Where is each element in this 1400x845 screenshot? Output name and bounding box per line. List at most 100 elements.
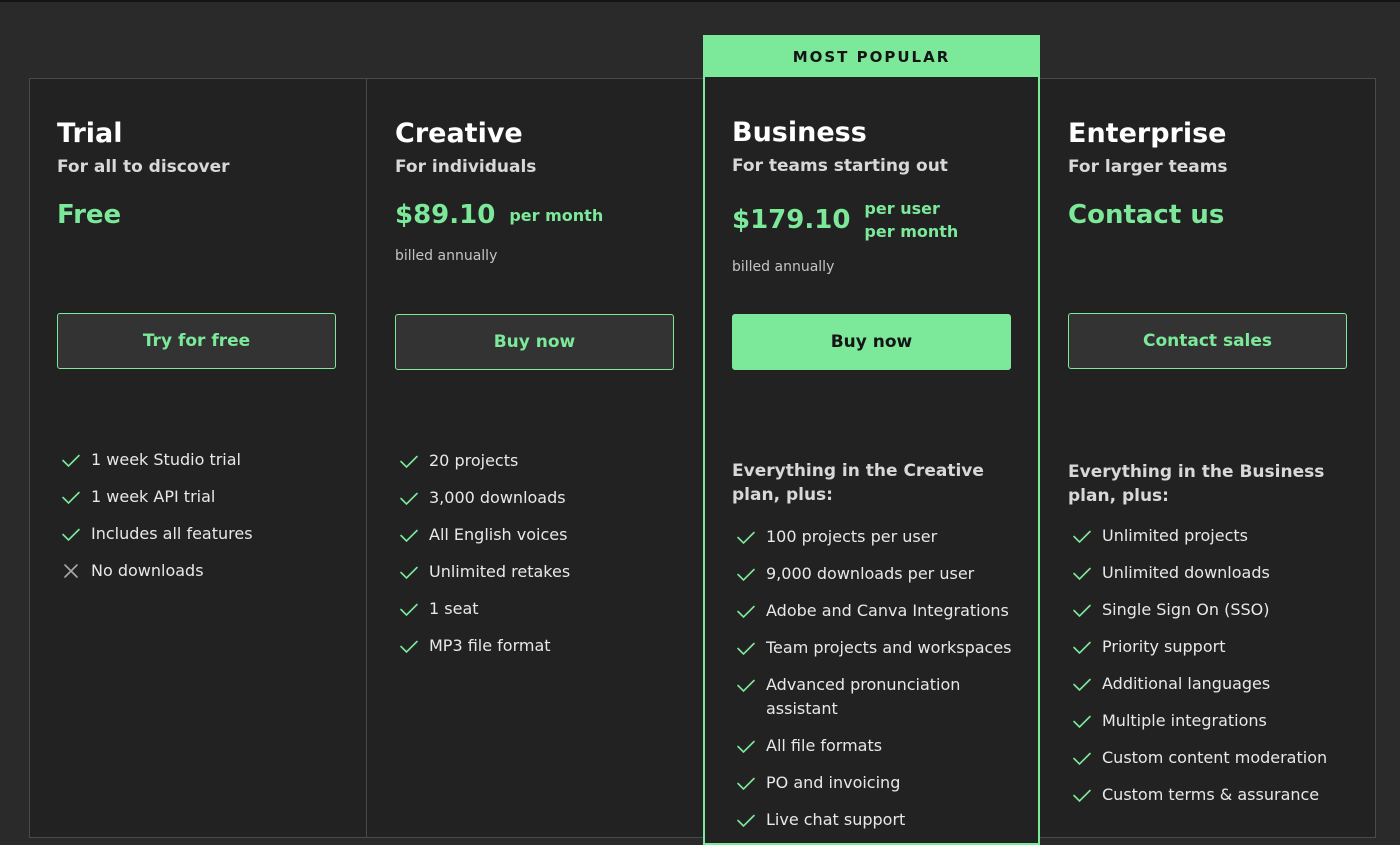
plan-name: Business bbox=[732, 117, 867, 148]
check-icon bbox=[1070, 561, 1094, 585]
feature-item: Multiple integrations bbox=[1068, 709, 1358, 733]
check-icon bbox=[1070, 783, 1094, 807]
check-icon bbox=[1070, 524, 1094, 548]
feature-item: Additional languages bbox=[1068, 672, 1358, 696]
check-icon bbox=[1070, 635, 1094, 659]
feature-item: Live chat support bbox=[732, 808, 1022, 832]
plan-card-business: MOST POPULAR Business For teams starting… bbox=[703, 35, 1040, 845]
feature-text: 100 projects per user bbox=[766, 527, 938, 546]
feature-text: 3,000 downloads bbox=[429, 488, 566, 507]
feature-item: Includes all features bbox=[57, 522, 347, 546]
check-icon bbox=[59, 522, 83, 546]
feature-item: No downloads bbox=[57, 559, 347, 583]
feature-text: Team projects and workspaces bbox=[766, 638, 1012, 657]
check-icon bbox=[397, 634, 421, 658]
feature-item: 100 projects per user bbox=[732, 525, 1022, 549]
check-icon bbox=[397, 449, 421, 473]
price-row: Contact us bbox=[1068, 200, 1224, 230]
feature-item: Adobe and Canva Integrations bbox=[732, 599, 1022, 623]
feature-text: Additional languages bbox=[1102, 674, 1271, 693]
feature-item: 20 projects bbox=[395, 449, 685, 473]
plan-subtitle: For teams starting out bbox=[732, 156, 948, 176]
check-icon bbox=[734, 599, 758, 623]
feature-item: All English voices bbox=[395, 523, 685, 547]
feature-text: Unlimited retakes bbox=[429, 562, 571, 581]
x-icon bbox=[59, 559, 83, 583]
feature-item: PO and invoicing bbox=[732, 771, 1022, 795]
feature-text: Adobe and Canva Integrations bbox=[766, 601, 1009, 620]
feature-item: 3,000 downloads bbox=[395, 486, 685, 510]
feature-item: Single Sign On (SSO) bbox=[1068, 598, 1358, 622]
plan-name: Enterprise bbox=[1068, 118, 1227, 149]
feature-item: Custom content moderation bbox=[1068, 746, 1358, 770]
plan-card-enterprise: Enterprise For larger teams Contact us C… bbox=[1040, 78, 1377, 838]
check-icon bbox=[1070, 598, 1094, 622]
plan-price: Free bbox=[57, 200, 122, 230]
feature-item: Advanced pronunciation assistant bbox=[732, 673, 1022, 721]
check-icon bbox=[397, 560, 421, 584]
feature-item: All file formats bbox=[732, 734, 1022, 758]
feature-text: 1 seat bbox=[429, 599, 479, 618]
feature-text: Includes all features bbox=[91, 524, 253, 543]
plan-card-trial: Trial For all to discover Free Try for f… bbox=[29, 78, 366, 838]
check-icon bbox=[734, 808, 758, 832]
check-icon bbox=[734, 771, 758, 795]
plan-card-creative: Creative For individuals $89.10 per mont… bbox=[366, 78, 703, 838]
check-icon bbox=[734, 525, 758, 549]
check-icon bbox=[1070, 746, 1094, 770]
feature-text: Custom content moderation bbox=[1102, 748, 1328, 767]
check-icon bbox=[734, 636, 758, 660]
price-unit: per month bbox=[509, 205, 604, 225]
contact-sales-button[interactable]: Contact sales bbox=[1068, 313, 1347, 369]
feature-item: 9,000 downloads per user bbox=[732, 562, 1022, 586]
plan-subtitle: For individuals bbox=[395, 157, 537, 177]
feature-text: All English voices bbox=[429, 525, 568, 544]
feature-item: Priority support bbox=[1068, 635, 1358, 659]
feature-text: Live chat support bbox=[766, 810, 906, 829]
plan-price: Contact us bbox=[1068, 200, 1225, 230]
feature-text: MP3 file format bbox=[429, 636, 551, 655]
price-unit: per user per month bbox=[864, 199, 959, 241]
feature-text: All file formats bbox=[766, 736, 883, 755]
feature-list: 1 week Studio trial 1 week API trial Inclu… bbox=[57, 448, 347, 596]
billing-note: billed annually bbox=[395, 248, 498, 264]
feature-item: Unlimited retakes bbox=[395, 560, 685, 584]
check-icon bbox=[1070, 672, 1094, 696]
try-for-free-button[interactable]: Try for free bbox=[57, 313, 336, 369]
feature-lead: Everything in the Business plan, plus: bbox=[1068, 462, 1325, 506]
check-icon bbox=[734, 734, 758, 758]
feature-lead: Everything in the Creative plan, plus: bbox=[732, 461, 984, 505]
feature-text: No downloads bbox=[91, 561, 204, 580]
buy-now-button[interactable]: Buy now bbox=[395, 314, 674, 370]
feature-text: PO and invoicing bbox=[766, 773, 901, 792]
feature-text: 9,000 downloads per user bbox=[766, 564, 975, 583]
plan-price: $89.10 bbox=[395, 200, 496, 230]
feature-text: Advanced pronunciation assistant bbox=[766, 675, 961, 718]
check-icon bbox=[734, 673, 758, 697]
most-popular-badge: MOST POPULAR bbox=[705, 37, 1038, 77]
feature-text: 1 week Studio trial bbox=[91, 450, 241, 469]
plan-price: $179.10 bbox=[732, 205, 851, 235]
check-icon bbox=[734, 562, 758, 586]
feature-text: Unlimited projects bbox=[1102, 526, 1248, 545]
check-icon bbox=[1070, 709, 1094, 733]
check-icon bbox=[59, 485, 83, 509]
feature-text: 20 projects bbox=[429, 451, 519, 470]
buy-now-button[interactable]: Buy now bbox=[732, 314, 1011, 370]
top-border bbox=[0, 0, 1400, 2]
price-row: Free bbox=[57, 200, 121, 230]
plan-subtitle: For all to discover bbox=[57, 157, 230, 177]
feature-text: 1 week API trial bbox=[91, 487, 216, 506]
feature-item: Unlimited downloads bbox=[1068, 561, 1358, 585]
price-row: $179.10 per user per month bbox=[732, 197, 958, 243]
feature-text: Unlimited downloads bbox=[1102, 563, 1270, 582]
plan-name: Creative bbox=[395, 118, 523, 149]
feature-list: 100 projects per user 9,000 downloads per… bbox=[732, 525, 1022, 845]
check-icon bbox=[397, 597, 421, 621]
feature-item: 1 week Studio trial bbox=[57, 448, 347, 472]
plan-name: Trial bbox=[57, 118, 123, 149]
feature-list: 20 projects 3,000 downloads All English vo… bbox=[395, 449, 685, 671]
feature-text: Priority support bbox=[1102, 637, 1226, 656]
feature-text: Single Sign On (SSO) bbox=[1102, 600, 1270, 619]
feature-item: 1 seat bbox=[395, 597, 685, 621]
